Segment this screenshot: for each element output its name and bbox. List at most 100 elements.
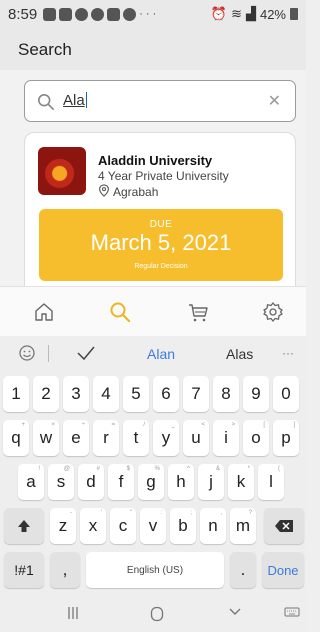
university-name[interactable]: Aladdin University [98,153,212,168]
key-v-hint: : [160,510,162,516]
key-g-label: g [146,472,156,491]
notification-icons: · · · [43,7,156,21]
key-n[interactable]: n, [200,508,226,544]
key-9-label: 9 [251,384,261,403]
key-y-label: y [161,428,171,447]
key-3[interactable]: 3 [63,376,89,412]
app-icon [107,7,121,21]
key-y[interactable]: y _ [153,420,179,456]
key-h-hint: ^ [187,466,190,472]
key-t-label: t [133,428,139,447]
key-a[interactable]: a! [18,464,44,500]
key-comma[interactable]: , [50,552,80,588]
key-0-label: 0 [281,384,291,403]
key-6[interactable]: 6 [153,376,179,412]
key-g[interactable]: g% [138,464,164,500]
keyboard-switch-icon[interactable] [284,606,300,618]
key-w[interactable]: w × [33,420,59,456]
key-2[interactable]: 2 [33,376,59,412]
key-x[interactable]: x ' [80,508,106,544]
key-e[interactable]: e ÷ [63,420,89,456]
wifi-icon: ≋ [231,6,242,21]
settings-icon[interactable] [262,301,284,323]
key-k-label: k [236,472,246,491]
suggestion-alan[interactable]: Alan [147,346,175,362]
search-query[interactable]: Ala [63,92,87,109]
key-9[interactable]: 9 [243,376,269,412]
app-header: Search [0,28,306,70]
search-icon [37,93,55,111]
key-4[interactable]: 4 [93,376,119,412]
more-suggestions-icon[interactable]: ··· [282,346,294,360]
key-d[interactable]: d # [78,464,104,500]
key-c[interactable]: c " [110,508,136,544]
key-o-hint: [ [263,422,265,428]
battery-percent: 42% [259,6,286,22]
key-o[interactable]: o[ [243,420,269,456]
bottom-navigation [0,286,306,336]
key-z[interactable]: z- [50,508,76,544]
key-h[interactable]: h ^ [168,464,194,500]
key-f[interactable]: f $ [108,464,134,500]
key-i[interactable]: i > [213,420,239,456]
key-p[interactable]: p] [273,420,299,456]
key-q[interactable]: q + [3,420,29,456]
key-space[interactable]: English (US) [86,552,224,588]
key-1[interactable]: 1 [3,376,29,412]
key-symbols[interactable]: !#1 [4,552,44,588]
search-icon[interactable] [109,301,131,323]
key-5[interactable]: 5 [123,376,149,412]
key-7[interactable]: 7 [183,376,209,412]
key-l-label: l [269,472,273,491]
home-icon[interactable] [33,301,55,323]
key-c-label: c [118,516,128,535]
key-s-hint: @ [63,466,70,472]
key-4-label: 4 [101,384,111,403]
key-period[interactable]: . [230,552,256,588]
university-location: Agrabah [113,185,159,199]
key-t[interactable]: t / [123,420,149,456]
key-0[interactable]: 0 [273,376,299,412]
key-1-label: 1 [11,384,21,403]
home-button-icon[interactable] [150,606,164,622]
university-card[interactable]: Aladdin University 4 Year Private Univer… [24,132,296,302]
emoji-icon[interactable] [18,344,36,362]
key-e-label: e [71,428,81,447]
page-title: Search [18,40,72,59]
key-s[interactable]: s @ [48,464,74,500]
shift-icon [18,520,30,532]
key-r[interactable]: r = [93,420,119,456]
clear-icon[interactable]: ✕ [268,91,281,111]
key-q-label: q [11,428,21,447]
cart-icon[interactable] [187,301,209,323]
key-8[interactable]: 8 [213,376,239,412]
key-c-hint: " [129,510,132,516]
key-6-label: 6 [161,384,171,403]
suggestion-bar: Alan Alas ··· [0,336,306,372]
hide-keyboard-icon[interactable] [228,606,242,618]
key-done[interactable]: Done [262,552,304,588]
key-shift[interactable] [4,508,44,544]
key-n-label: n [208,516,218,535]
key-s-label: s [56,472,66,491]
suggestion-alas[interactable]: Alas [226,346,253,362]
key-b[interactable]: b; [170,508,196,544]
key-5-label: 5 [131,384,141,403]
key-m[interactable]: m? [230,508,256,544]
checkmark-icon[interactable] [76,344,96,362]
key-y-hint: _ [171,422,175,428]
deadline-date: March 5, 2021 [90,230,232,255]
key-u[interactable]: u < [183,420,209,456]
key-g-hint: % [154,466,160,472]
deadline-type: Regular Decision [134,263,188,270]
key-k[interactable]: k * [228,464,254,500]
key-i-hint: > [231,422,235,428]
key-v[interactable]: v: [140,508,166,544]
key-j[interactable]: j & [198,464,224,500]
deadline-banner[interactable]: DUE March 5, 2021 Regular Decision [39,209,283,281]
recent-apps-icon[interactable] [66,606,80,620]
key-backspace[interactable] [264,508,304,544]
search-input[interactable]: Ala ✕ [24,80,296,122]
key-l[interactable]: l( [258,464,284,500]
key-h-label: h [176,472,186,491]
